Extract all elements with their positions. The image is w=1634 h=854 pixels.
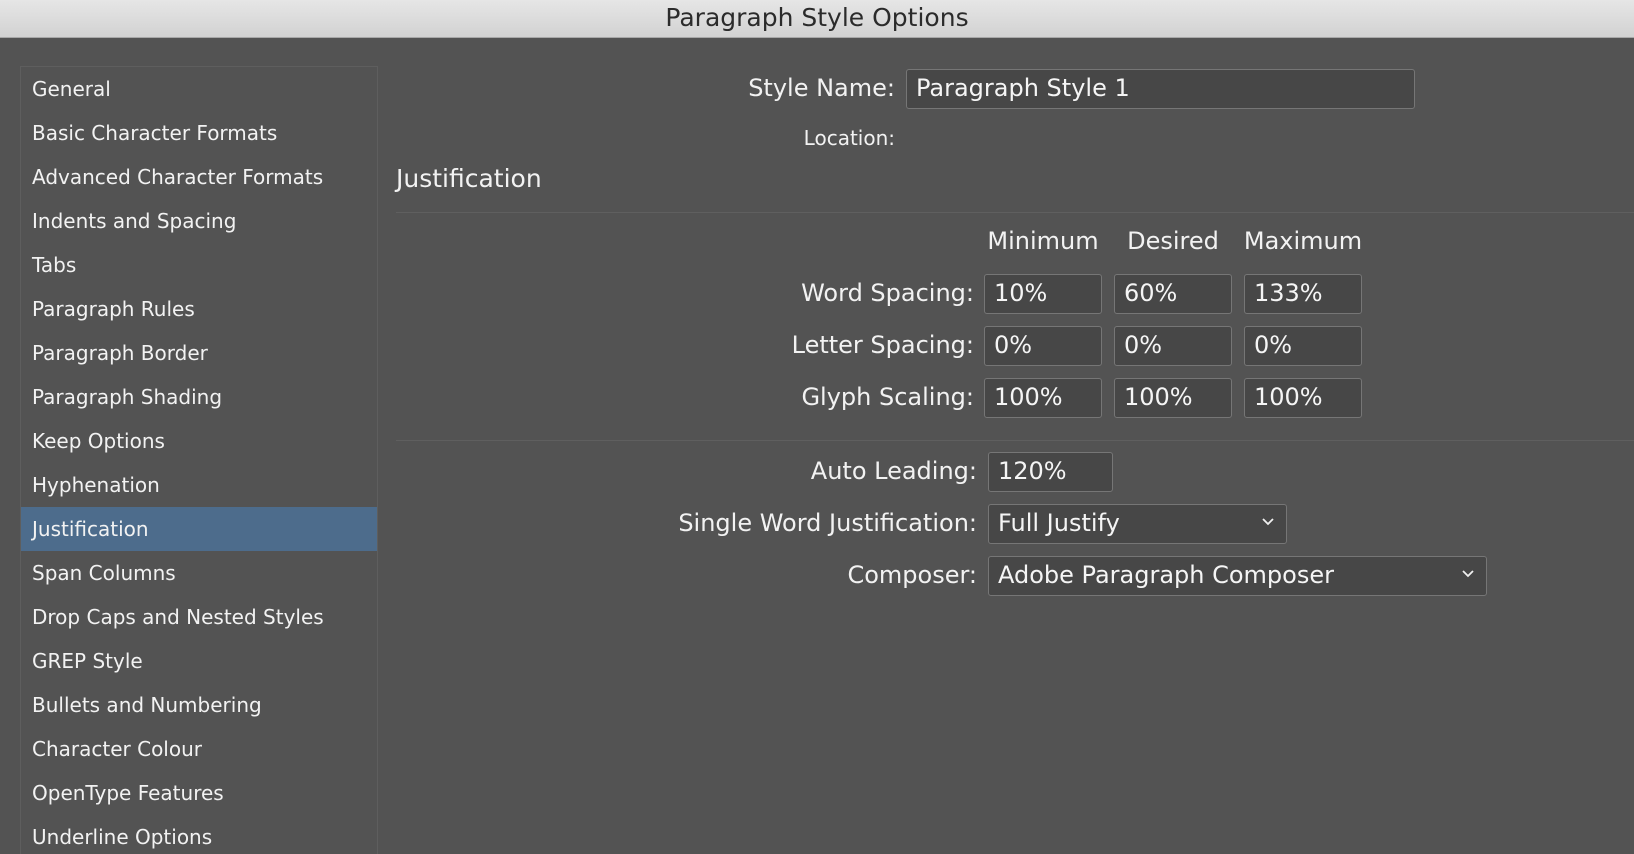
- glyph-scaling-maximum-input[interactable]: 100%: [1244, 378, 1362, 418]
- sidebar-item-basic-character-formats[interactable]: Basic Character Formats: [21, 111, 377, 155]
- glyph-scaling-label: Glyph Scaling:: [801, 383, 974, 411]
- chevron-down-icon: [1262, 518, 1274, 526]
- paragraph-style-options-window: Paragraph Style Options General Basic Ch…: [0, 0, 1634, 854]
- style-name-label: Style Name:: [748, 74, 895, 102]
- section-divider-2: [396, 440, 1634, 441]
- sidebar-item-grep-style[interactable]: GREP Style: [21, 639, 377, 683]
- column-header-minimum: Minimum: [987, 227, 1099, 255]
- sidebar-item-keep-options[interactable]: Keep Options: [21, 419, 377, 463]
- word-spacing-label: Word Spacing:: [801, 279, 974, 307]
- column-header-desired: Desired: [1127, 227, 1219, 255]
- word-spacing-maximum-input[interactable]: 133%: [1244, 274, 1362, 314]
- letter-spacing-minimum-input[interactable]: 0%: [984, 326, 1102, 366]
- window-title: Paragraph Style Options: [0, 0, 1634, 38]
- section-divider: [396, 212, 1634, 213]
- composer-select[interactable]: Adobe Paragraph Composer: [988, 556, 1487, 596]
- auto-leading-label: Auto Leading:: [810, 457, 977, 485]
- single-word-justification-value: Full Justify: [998, 509, 1120, 537]
- sidebar-item-justification[interactable]: Justification: [21, 507, 377, 551]
- sidebar-item-paragraph-shading[interactable]: Paragraph Shading: [21, 375, 377, 419]
- glyph-scaling-desired-input[interactable]: 100%: [1114, 378, 1232, 418]
- sidebar-item-bullets-and-numbering[interactable]: Bullets and Numbering: [21, 683, 377, 727]
- column-header-maximum: Maximum: [1243, 227, 1363, 255]
- chevron-down-icon: [1462, 570, 1474, 578]
- word-spacing-desired-input[interactable]: 60%: [1114, 274, 1232, 314]
- style-name-input[interactable]: Paragraph Style 1: [906, 69, 1415, 109]
- sidebar-item-advanced-character-formats[interactable]: Advanced Character Formats: [21, 155, 377, 199]
- section-title: Justification: [396, 164, 542, 193]
- sidebar-item-opentype-features[interactable]: OpenType Features: [21, 771, 377, 815]
- sidebar-item-tabs[interactable]: Tabs: [21, 243, 377, 287]
- sidebar-item-span-columns[interactable]: Span Columns: [21, 551, 377, 595]
- sidebar-item-underline-options[interactable]: Underline Options: [21, 815, 377, 854]
- composer-label: Composer:: [847, 561, 977, 589]
- sidebar-item-general[interactable]: General: [21, 67, 377, 111]
- sidebar-item-indents-and-spacing[interactable]: Indents and Spacing: [21, 199, 377, 243]
- single-word-justification-label: Single Word Justification:: [678, 509, 977, 537]
- category-sidebar: General Basic Character Formats Advanced…: [20, 66, 378, 854]
- auto-leading-input[interactable]: 120%: [988, 452, 1113, 492]
- letter-spacing-maximum-input[interactable]: 0%: [1244, 326, 1362, 366]
- word-spacing-minimum-input[interactable]: 10%: [984, 274, 1102, 314]
- location-label: Location:: [803, 126, 895, 150]
- letter-spacing-desired-input[interactable]: 0%: [1114, 326, 1232, 366]
- letter-spacing-label: Letter Spacing:: [791, 331, 974, 359]
- sidebar-item-drop-caps-and-nested-styles[interactable]: Drop Caps and Nested Styles: [21, 595, 377, 639]
- sidebar-item-hyphenation[interactable]: Hyphenation: [21, 463, 377, 507]
- glyph-scaling-minimum-input[interactable]: 100%: [984, 378, 1102, 418]
- sidebar-item-paragraph-border[interactable]: Paragraph Border: [21, 331, 377, 375]
- single-word-justification-select[interactable]: Full Justify: [988, 504, 1287, 544]
- composer-value: Adobe Paragraph Composer: [998, 561, 1334, 589]
- sidebar-item-paragraph-rules[interactable]: Paragraph Rules: [21, 287, 377, 331]
- sidebar-item-character-colour[interactable]: Character Colour: [21, 727, 377, 771]
